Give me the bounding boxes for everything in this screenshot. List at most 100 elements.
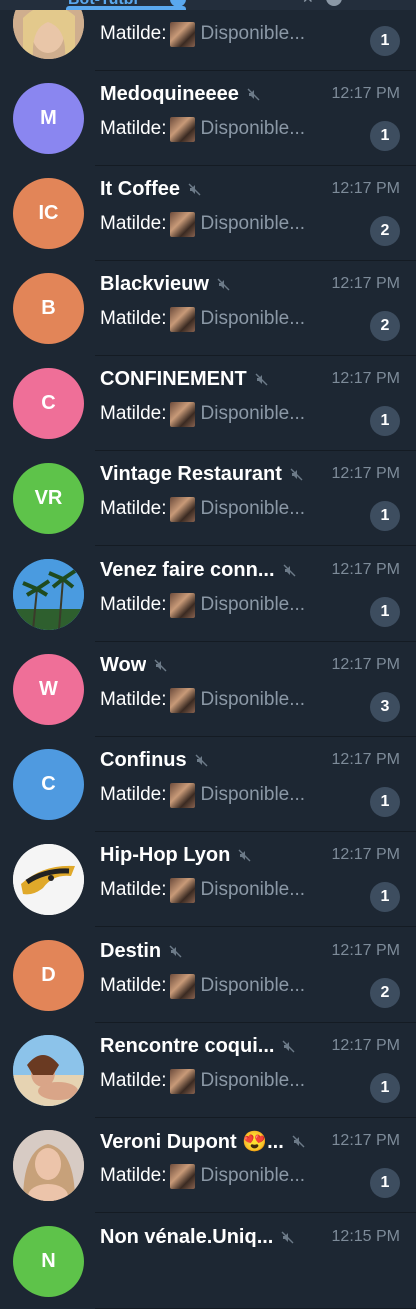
preview-message: Disponible... <box>200 1070 306 1091</box>
row-divider <box>95 926 416 927</box>
preview-sender: Matilde: <box>100 213 167 234</box>
chat-avatar[interactable] <box>13 844 84 915</box>
chat-title-line: CONFINEMENT <box>100 366 322 392</box>
unread-count-badge: 1 <box>370 882 400 912</box>
chat-avatar[interactable] <box>13 559 84 630</box>
preview-message: Disponible... <box>200 1165 306 1186</box>
preview-photo-thumbnail <box>169 306 195 332</box>
preview-sender: Matilde: <box>100 879 167 900</box>
chat-avatar[interactable]: C <box>13 368 84 439</box>
unread-count-badge: 2 <box>370 216 400 246</box>
preview-message: Disponible... <box>200 975 306 996</box>
preview-photo-thumbnail <box>169 1163 195 1189</box>
chat-preview: Matilde: Disponible... <box>100 401 340 427</box>
chat-title-line: Rencontre coqui... <box>100 1033 322 1059</box>
preview-sender: Matilde: <box>100 308 167 329</box>
chat-row[interactable]: Rencontre coqui... 12:17 PM Matilde: Dispon… <box>0 1023 416 1118</box>
chat-time: 12:17 PM <box>331 1037 400 1054</box>
muted-icon <box>154 659 167 671</box>
chat-avatar[interactable] <box>13 1035 84 1106</box>
chat-title-line: Veroni Dupont 😍... <box>100 1128 322 1154</box>
preview-photo-thumbnail <box>169 687 195 713</box>
chat-name: Veroni Dupont 😍... <box>100 1130 284 1153</box>
chat-row[interactable]: B Blackvieuw 12:17 PM Matilde: Disponible...… <box>0 261 416 356</box>
chat-name: Confinus <box>100 748 187 771</box>
chat-title-line: Confinus <box>100 747 322 773</box>
chat-row[interactable]: M Medoquineeee 12:17 PM Matilde: Disponible.… <box>0 71 416 166</box>
chat-name: Rencontre coqui... <box>100 1034 275 1057</box>
preview-sender: Matilde: <box>100 784 167 805</box>
chat-preview: Matilde: Disponible... <box>100 782 340 808</box>
chat-avatar[interactable]: B <box>13 273 84 344</box>
preview-message: Disponible... <box>200 879 306 900</box>
row-divider <box>95 1212 416 1213</box>
chat-avatar[interactable]: N <box>13 1226 84 1297</box>
unread-count-badge: 1 <box>370 406 400 436</box>
unread-count-badge: 1 <box>370 597 400 627</box>
chat-title-line: Hip-Hop Lyon <box>100 842 322 868</box>
chat-row[interactable]: N Non vénale.Uniq... 12:15 PM <box>0 1214 416 1309</box>
chat-name: Destin <box>100 939 162 962</box>
preview-message: Disponible... <box>200 213 306 234</box>
preview-sender: Matilde: <box>100 689 167 710</box>
chat-time: 12:17 PM <box>331 561 400 578</box>
chat-time: 12:17 PM <box>331 275 400 292</box>
chat-title-line: Medoquineeee <box>100 81 322 107</box>
chat-avatar[interactable]: IC <box>13 178 84 249</box>
chat-avatar[interactable]: C <box>13 749 84 820</box>
muted-icon <box>238 849 251 861</box>
chat-avatar[interactable]: VR <box>13 463 84 534</box>
preview-sender: Matilde: <box>100 403 167 424</box>
preview-message: Disponible... <box>200 118 306 139</box>
chat-name: It Coffee <box>100 177 180 200</box>
chat-preview: Matilde: Disponible... <box>100 1163 340 1189</box>
tab-close-icon[interactable]: ✕ <box>302 0 314 7</box>
chat-time: 12:15 PM <box>331 1228 400 1245</box>
chat-preview: Matilde: Disponible... <box>100 1068 340 1094</box>
chat-name: Hip-Hop Lyon <box>100 843 231 866</box>
preview-photo-thumbnail <box>169 782 195 808</box>
unread-count-badge: 1 <box>370 1073 400 1103</box>
chat-name: Venez faire conn... <box>100 558 275 581</box>
chat-name: Wow <box>100 653 147 676</box>
muted-icon <box>247 88 260 100</box>
chat-row[interactable]: Venez faire conn... 12:17 PM Matilde: Dispo… <box>0 547 416 642</box>
preview-photo-thumbnail <box>169 401 195 427</box>
muted-icon <box>283 564 296 576</box>
preview-photo-thumbnail <box>169 211 195 237</box>
preview-photo-thumbnail <box>169 496 195 522</box>
chat-row[interactable]: C CONFINEMENT 12:17 PM Matilde: Disponible..… <box>0 356 416 451</box>
chat-avatar[interactable] <box>13 1130 84 1201</box>
preview-sender: Matilde: <box>100 1165 167 1186</box>
chat-avatar[interactable]: D <box>13 940 84 1011</box>
chat-row[interactable]: Relation serieuse...12:17 PMMatilde:Disp… <box>0 0 416 71</box>
chat-row[interactable]: W Wow 12:17 PM Matilde: Disponible... 3 <box>0 642 416 737</box>
chat-avatar[interactable]: W <box>13 654 84 725</box>
unread-count-badge: 1 <box>370 501 400 531</box>
chat-row[interactable]: D Destin 12:17 PM Matilde: Disponible... 2 <box>0 928 416 1023</box>
chat-row[interactable]: Veroni Dupont 😍... 12:17 PM Matilde: Dispon… <box>0 1118 416 1213</box>
chat-time: 12:17 PM <box>331 656 400 673</box>
chat-time: 12:17 PM <box>331 465 400 482</box>
preview-sender: Matilde: <box>100 975 167 996</box>
unread-count-badge: 1 <box>370 26 400 56</box>
muted-icon <box>217 278 230 290</box>
chat-name: Blackvieuw <box>100 272 209 295</box>
muted-icon <box>169 945 182 957</box>
chat-preview: Matilde: Disponible... <box>100 687 340 713</box>
preview-message: Disponible... <box>200 689 306 710</box>
chat-title-line: Vintage Restaurant <box>100 461 322 487</box>
preview-photo-thumbnail <box>169 877 195 903</box>
chat-row[interactable]: VR Vintage Restaurant 12:17 PM Matilde: Disp… <box>0 451 416 546</box>
chat-time: 12:17 PM <box>331 942 400 959</box>
chat-title-line: Destin <box>100 938 322 964</box>
preview-message: Disponible... <box>200 498 306 519</box>
preview-sender: Matilde: <box>100 498 167 519</box>
chat-preview: Matilde: Disponible... <box>100 877 340 903</box>
chat-row[interactable]: IC It Coffee 12:17 PM Matilde: Disponible...… <box>0 166 416 261</box>
chat-row[interactable]: C Confinus 12:17 PM Matilde: Disponible... 1 <box>0 737 416 832</box>
preview-message: Disponible... <box>200 594 306 615</box>
muted-icon <box>188 183 201 195</box>
chat-avatar[interactable]: M <box>13 83 84 154</box>
chat-row[interactable]: Hip-Hop Lyon 12:17 PM Matilde: Disponible..… <box>0 832 416 927</box>
